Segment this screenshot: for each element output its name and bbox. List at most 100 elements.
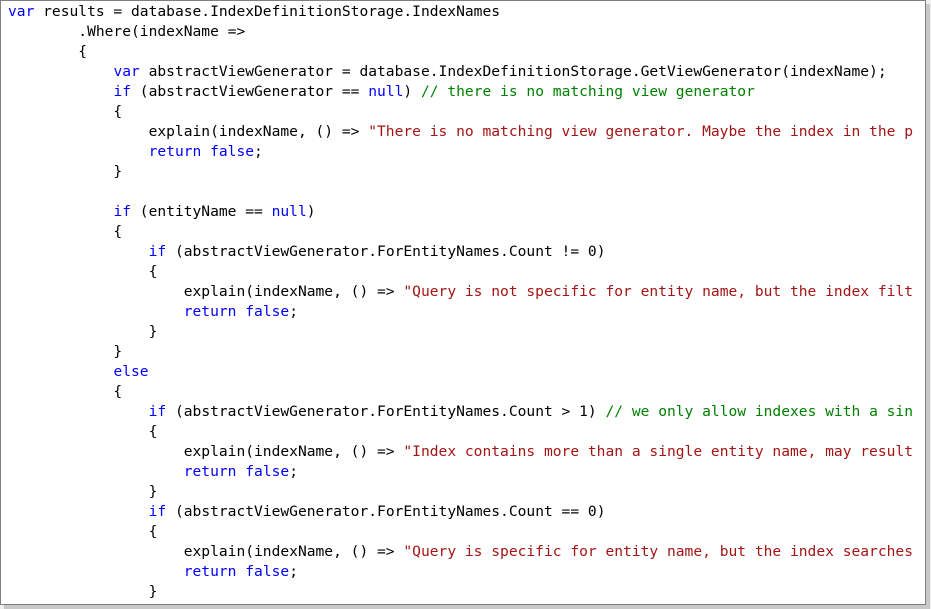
code-text: { [8, 383, 123, 400]
code-text: ; [289, 563, 298, 580]
code-view[interactable]: var results = database.IndexDefinitionSt… [8, 2, 913, 602]
code-text: { [8, 43, 88, 60]
code-line: { [8, 382, 913, 402]
code-text: { [8, 223, 123, 240]
code-text: } [8, 583, 158, 600]
code-line: { [8, 522, 913, 542]
code-text: .Where(indexName => [8, 23, 246, 40]
code-text: { [8, 263, 158, 280]
code-line: explain(indexName, () => "Index contains… [8, 442, 913, 462]
code-line: var abstractViewGenerator = database.Ind… [8, 62, 913, 82]
keyword-token: false [245, 463, 290, 480]
code-line: { [8, 222, 913, 242]
code-line: .Where(indexName => [8, 22, 913, 42]
code-line: } [8, 342, 913, 362]
code-line: } [8, 582, 913, 602]
code-text: (abstractViewGenerator.ForEntityNames.Co… [166, 503, 606, 520]
keyword-token: return [148, 143, 202, 160]
code-line: { [8, 422, 913, 442]
code-text: ; [289, 303, 298, 320]
code-line: if (abstractViewGenerator.ForEntityNames… [8, 402, 913, 422]
code-line: if (entityName == null) [8, 202, 913, 222]
keyword-token: false [245, 303, 290, 320]
comment-token: // we only allow indexes with a sin [605, 403, 914, 420]
code-text: (abstractViewGenerator.ForEntityNames.Co… [166, 243, 606, 260]
keyword-token: false [245, 563, 290, 580]
code-line: if (abstractViewGenerator == null) // th… [8, 82, 913, 102]
code-line: } [8, 482, 913, 502]
code-line: { [8, 102, 913, 122]
keyword-token: return [183, 563, 237, 580]
keyword-token: null [271, 203, 307, 220]
keyword-token: if [113, 83, 132, 100]
code-text: { [8, 103, 123, 120]
code-text: (entityName == [131, 203, 272, 220]
code-line: else [8, 362, 913, 382]
code-text: } [8, 323, 158, 340]
keyword-token: if [113, 203, 132, 220]
code-line: return false; [8, 462, 913, 482]
string-token: "Index contains more than a single entit… [403, 443, 913, 460]
code-text: { [8, 423, 158, 440]
window-shadow-bottom [4, 605, 930, 609]
code-text: abstractViewGenerator = database.IndexDe… [139, 63, 887, 80]
code-text: ) [403, 83, 421, 100]
string-token: "Query is specific for entity name, but … [403, 543, 913, 560]
code-text: explain(indexName, () => [8, 283, 404, 300]
keyword-token: false [210, 143, 255, 160]
code-text: (abstractViewGenerator == [131, 83, 369, 100]
code-text: results = database.IndexDefinitionStorag… [34, 3, 501, 20]
code-text: } [8, 163, 123, 180]
keyword-token: if [148, 403, 167, 420]
comment-token: // there is no matching view generator [420, 83, 755, 100]
keyword-token: if [148, 503, 167, 520]
code-text: ; [289, 463, 298, 480]
code-line: return false; [8, 302, 913, 322]
code-line: { [8, 42, 913, 62]
code-text: } [8, 343, 123, 360]
code-line: explain(indexName, () => "Query is speci… [8, 542, 913, 562]
code-text: explain(indexName, () => [8, 443, 404, 460]
code-text: explain(indexName, () => [8, 543, 404, 560]
keyword-token: if [148, 243, 167, 260]
window-shadow-right [926, 4, 930, 606]
keyword-token: else [113, 363, 149, 380]
code-line: explain(indexName, () => "Query is not s… [8, 282, 913, 302]
keyword-token: null [368, 83, 404, 100]
code-editor-window: var results = database.IndexDefinitionSt… [0, 0, 926, 605]
code-line: if (abstractViewGenerator.ForEntityNames… [8, 242, 913, 262]
code-text: ; [254, 143, 263, 160]
code-text: (abstractViewGenerator.ForEntityNames.Co… [166, 403, 606, 420]
code-text: { [8, 523, 158, 540]
keyword-token: var [113, 63, 140, 80]
keyword-token: return [183, 463, 237, 480]
code-line: if (abstractViewGenerator.ForEntityNames… [8, 502, 913, 522]
keyword-token: var [8, 3, 35, 20]
string-token: "Query is not specific for entity name, … [403, 283, 913, 300]
keyword-token: return [183, 303, 237, 320]
string-token: "There is no matching view generator. Ma… [368, 123, 913, 140]
code-text: ) [306, 203, 316, 220]
code-text: } [8, 483, 158, 500]
code-line: { [8, 262, 913, 282]
code-line: return false; [8, 562, 913, 582]
code-line: } [8, 162, 913, 182]
code-line: var results = database.IndexDefinitionSt… [8, 2, 913, 22]
code-line: } [8, 322, 913, 342]
code-line: return false; [8, 142, 913, 162]
